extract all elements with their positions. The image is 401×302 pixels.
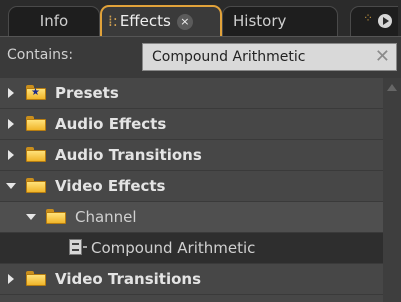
expand-arrow-icon[interactable] [8,88,14,98]
video-effect-icon [69,239,87,255]
close-icon[interactable]: × [176,14,193,30]
search-input[interactable] [152,44,362,70]
scroll-up-icon[interactable] [387,84,397,91]
tree-item-channel[interactable]: Channel [0,202,383,233]
folder-icon [26,116,46,131]
tab-history[interactable]: History [222,6,338,36]
panel-tab-bar: Info ⁞: Effects × History ⁘ [0,0,401,36]
tree-item-compound-arithmetic[interactable]: Compound Arithmetic [0,233,383,264]
flyout-arrow-icon [378,14,392,28]
folder-icon [26,271,46,286]
folder-icon [46,209,66,224]
expand-arrow-icon[interactable] [8,119,14,129]
tab-history-label: History [233,12,287,30]
preset-folder-icon: ★ [26,85,46,100]
tab-info[interactable]: Info [8,6,100,36]
folder-icon [26,178,46,193]
grip-icon: ⁘ [363,11,373,25]
tree-item-label: Audio Effects [55,115,167,133]
tree-item-presets[interactable]: ★ Presets [0,78,383,109]
search-box[interactable]: ✕ [142,43,397,71]
tab-effects[interactable]: ⁞: Effects × [100,5,222,36]
tree-item-label: Presets [55,84,119,102]
expand-arrow-icon[interactable] [8,150,14,160]
collapse-arrow-icon[interactable] [6,183,16,189]
tree-item-label: Channel [75,208,137,226]
tree-item-audio-effects[interactable]: Audio Effects [0,109,383,140]
expand-arrow-icon[interactable] [8,274,14,284]
collapse-arrow-icon[interactable] [26,214,36,220]
tree-item-video-transitions[interactable]: Video Transitions [0,264,383,295]
tree-item-label: Compound Arithmetic [91,239,256,257]
effects-tree: ★ Presets Audio Effects Audio Transition… [0,78,383,302]
tree-item-label: Video Transitions [55,270,202,288]
folder-icon [26,147,46,162]
tree-item-video-effects[interactable]: Video Effects [0,171,383,202]
panel-menu-button[interactable]: ⁘ [350,6,398,36]
search-row: Contains: ✕ [0,36,401,78]
tree-item-label: Audio Transitions [55,146,202,164]
tab-info-label: Info [39,12,69,30]
tree-item-label: Video Effects [55,177,166,195]
tree-item-audio-transitions[interactable]: Audio Transitions [0,140,383,171]
vertical-scrollbar[interactable] [383,78,401,302]
clear-search-icon[interactable]: ✕ [375,44,390,70]
tab-effects-label: Effects [119,12,171,30]
grip-icon: ⁞: [108,12,118,30]
contains-label: Contains: [7,47,74,63]
